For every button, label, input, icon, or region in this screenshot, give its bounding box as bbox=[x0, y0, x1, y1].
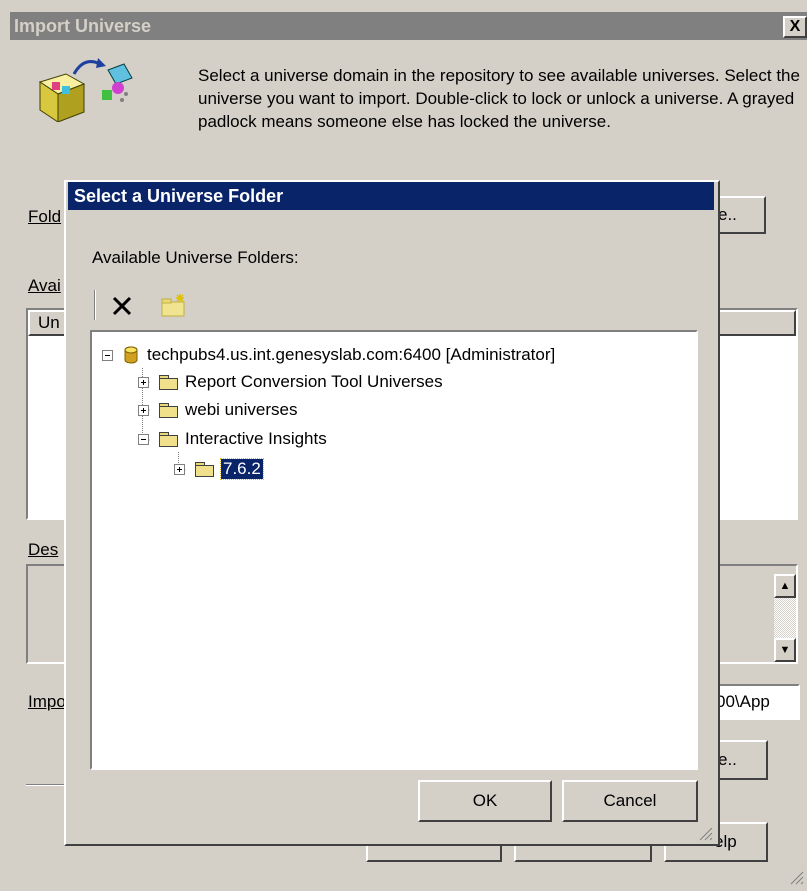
scroll-down-button[interactable]: ▼ bbox=[774, 638, 796, 662]
folder-tree[interactable]: techpubs4.us.int.genesyslab.com:6400 [Ad… bbox=[90, 330, 698, 770]
tree-item-7-6-2[interactable]: 7.6.2 bbox=[174, 456, 264, 482]
toolbar-separator bbox=[94, 290, 96, 320]
new-folder-icon[interactable] bbox=[158, 292, 188, 320]
tree-item-webi-universes[interactable]: webi universes bbox=[138, 397, 297, 423]
available-folders-label: Available Universe Folders: bbox=[92, 248, 299, 267]
tree-item-label: Report Conversion Tool Universes bbox=[185, 372, 443, 391]
close-icon: X bbox=[789, 18, 801, 35]
import-folder-label: Impo bbox=[28, 692, 66, 711]
tree-root-label: techpubs4.us.int.genesyslab.com:6400 [Ad… bbox=[147, 345, 556, 364]
folder-icon bbox=[195, 461, 215, 477]
expand-icon[interactable] bbox=[174, 463, 185, 475]
available-universes-label: Avai bbox=[28, 276, 61, 295]
folder-icon bbox=[159, 402, 179, 418]
folder-icon bbox=[159, 374, 179, 390]
ok-button[interactable]: OK bbox=[418, 780, 552, 822]
tree-item-label-selected: 7.6.2 bbox=[220, 458, 264, 480]
collapse-icon[interactable] bbox=[102, 349, 113, 361]
import-universe-title: Import Universe bbox=[14, 15, 152, 36]
tree-item-label: Interactive Insights bbox=[185, 429, 327, 448]
close-button[interactable]: X bbox=[783, 16, 807, 38]
cancel-button-label: Cancel bbox=[603, 791, 657, 810]
resize-grip[interactable] bbox=[789, 870, 805, 886]
tree-item-interactive-insights[interactable]: Interactive Insights bbox=[138, 426, 327, 452]
delete-x-icon[interactable] bbox=[108, 292, 136, 320]
collapse-icon[interactable] bbox=[138, 433, 149, 445]
universe-import-icon bbox=[32, 52, 142, 123]
scrollbar-track[interactable] bbox=[774, 598, 796, 638]
import-folder-field[interactable]: 00\App bbox=[712, 684, 800, 720]
expand-icon[interactable] bbox=[138, 404, 149, 416]
import-path-value: 00\App bbox=[716, 692, 770, 711]
select-folder-title: Select a Universe Folder bbox=[74, 185, 284, 206]
browse-button-2-label: e.. bbox=[718, 750, 737, 769]
cancel-button[interactable]: Cancel bbox=[562, 780, 698, 822]
import-description-text: Select a universe domain in the reposito… bbox=[198, 66, 800, 131]
list-header-label: Un bbox=[38, 313, 60, 332]
ok-button-label: OK bbox=[472, 791, 498, 810]
tree-item-report-conversion[interactable]: Report Conversion Tool Universes bbox=[138, 369, 443, 395]
folder-label: Fold bbox=[28, 207, 62, 226]
browse-button-label: e.. bbox=[718, 205, 737, 224]
tree-root[interactable]: techpubs4.us.int.genesyslab.com:6400 [Ad… bbox=[102, 342, 555, 368]
expand-icon[interactable] bbox=[138, 376, 149, 388]
tree-item-label: webi universes bbox=[185, 400, 298, 419]
import-universe-titlebar[interactable]: Import Universe bbox=[10, 12, 807, 40]
scroll-up-button[interactable]: ▲ bbox=[774, 574, 796, 598]
description-label: Des bbox=[28, 540, 59, 559]
repository-db-icon bbox=[123, 346, 139, 364]
select-folder-titlebar[interactable]: Select a Universe Folder bbox=[68, 182, 714, 210]
dialog-resize-grip[interactable] bbox=[698, 826, 714, 842]
folder-icon bbox=[159, 431, 179, 447]
